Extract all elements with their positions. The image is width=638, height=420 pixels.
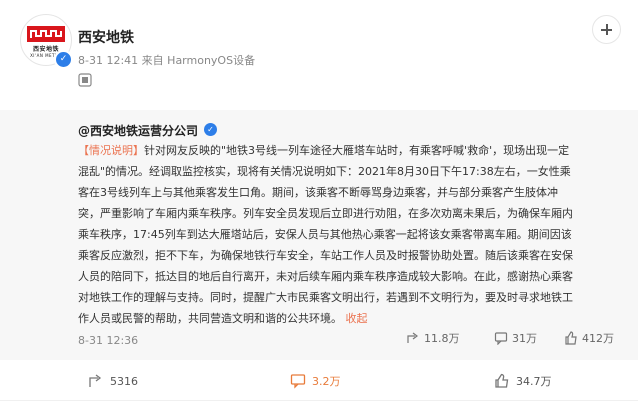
comment-icon (494, 332, 508, 345)
share-icon (89, 374, 102, 387)
post-source: 来自 HarmonyOS设备 (141, 54, 256, 67)
collapse-link[interactable]: 收起 (346, 312, 368, 325)
like-action-count: 34.7万 (516, 375, 552, 388)
repost-like-stat[interactable]: 412万 (564, 330, 614, 346)
divider (0, 400, 638, 401)
share-button[interactable]: 5316 (88, 373, 138, 389)
comment-icon (290, 374, 306, 389)
comment-count: 31万 (512, 332, 537, 345)
verified-icon: ✓ (204, 123, 217, 136)
like-icon (495, 373, 509, 388)
comment-button[interactable]: 3.2万 (290, 373, 341, 389)
share-count: 11.8万 (424, 332, 460, 345)
repost-author[interactable]: @西安地铁运营分公司 (78, 122, 198, 139)
like-count: 412万 (582, 332, 614, 345)
verified-icon: ✓ (54, 50, 73, 69)
post-meta: 8-31 12:41 来自 HarmonyOS设备 (78, 52, 255, 68)
post-time[interactable]: 8-31 12:41 (78, 54, 138, 67)
repost-text: 【情况说明】针对网友反映的"地铁3号线一列车途径大雁塔车站时，有乘客呼喊'救命'… (78, 140, 618, 329)
share-action-count: 5316 (110, 374, 138, 388)
repost-share-stat[interactable]: 11.8万 (406, 330, 460, 346)
share-icon (407, 332, 418, 343)
like-button[interactable]: 34.7万 (494, 373, 552, 389)
metro-logo-icon (27, 26, 65, 42)
action-bar (0, 360, 638, 420)
like-icon (565, 331, 577, 345)
repost-comment-stat[interactable]: 31万 (494, 330, 537, 346)
hashtag-link[interactable]: 【情况说明】 (78, 144, 144, 157)
follow-plus-icon[interactable] (592, 15, 621, 44)
author-name[interactable]: 西安地铁 (78, 27, 134, 47)
repost-time[interactable]: 8-31 12:36 (78, 334, 138, 347)
repost-body: 针对网友反映的"地铁3号线一列车途径大雁塔车站时，有乘客呼喊'救命'，现场出现一… (78, 144, 573, 325)
translate-icon[interactable] (78, 72, 92, 87)
comment-action-count: 3.2万 (312, 375, 341, 388)
